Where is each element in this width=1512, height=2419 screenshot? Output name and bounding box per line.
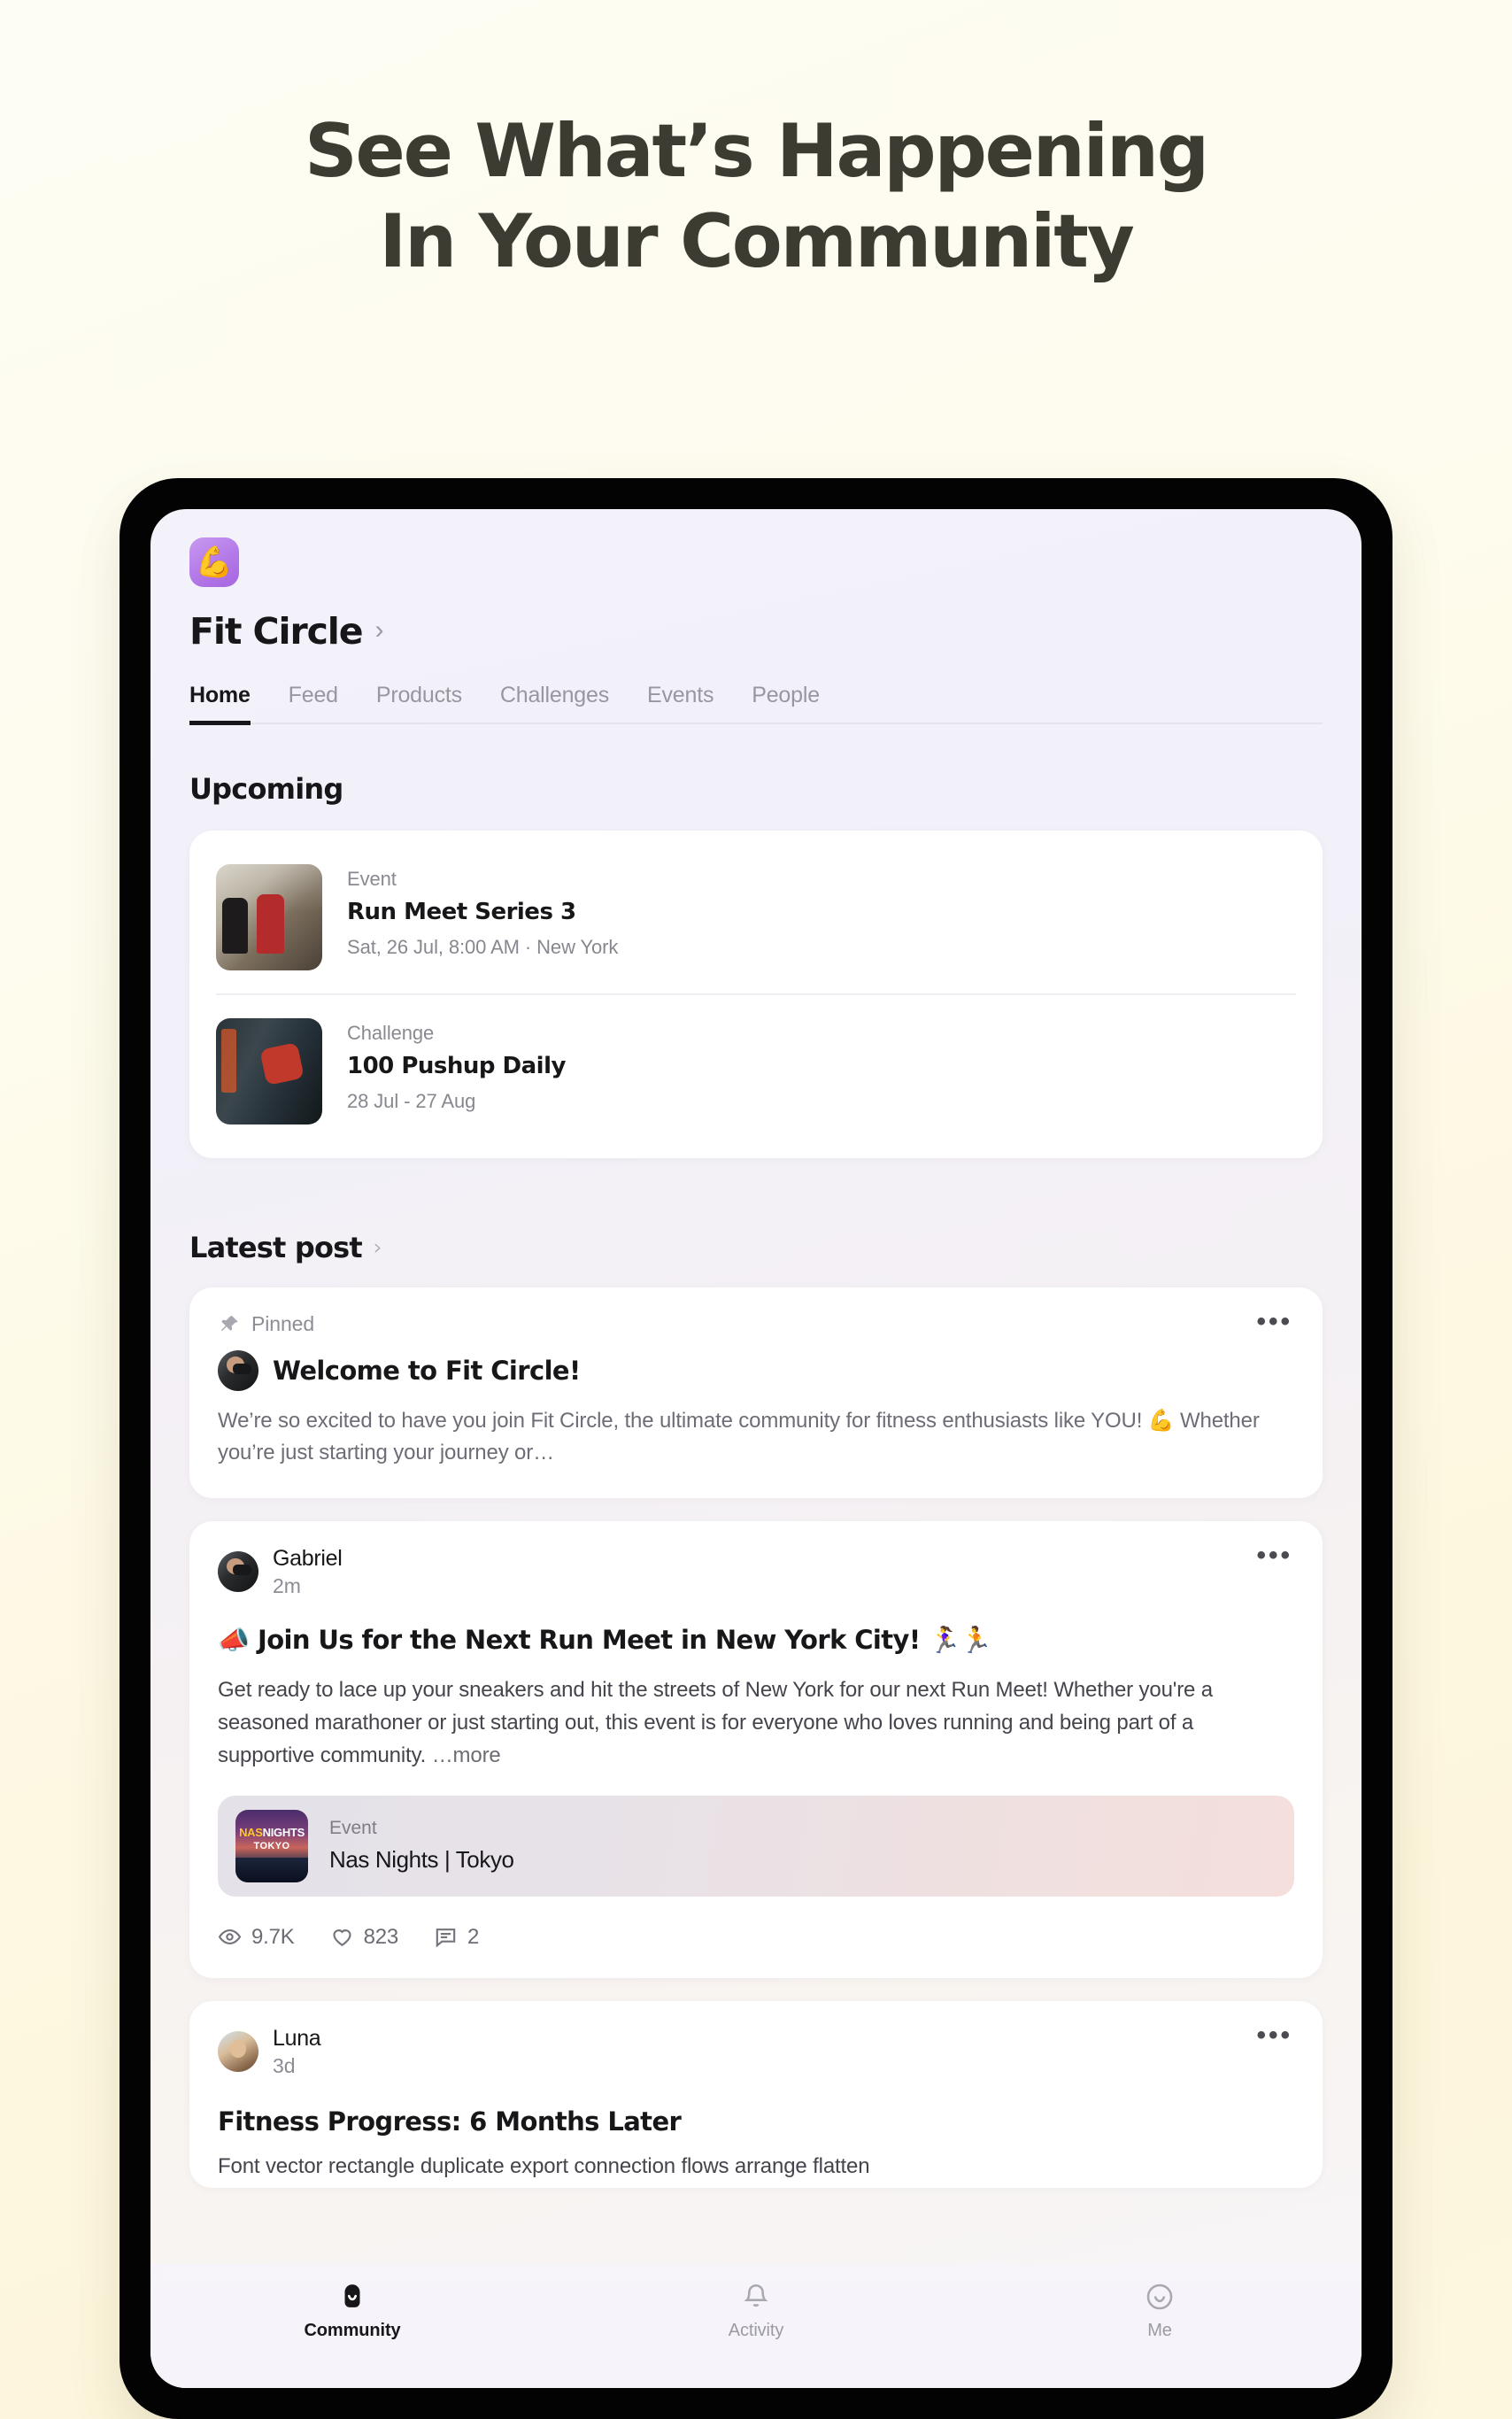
nav-label-community: Community <box>304 2321 401 2340</box>
event-thumbnail-image <box>216 864 322 970</box>
hero-headline: See What’s Happening In Your Community <box>0 0 1512 281</box>
nav-item-me[interactable]: Me <box>958 2282 1362 2341</box>
tablet-screen: 💪 Fit Circle › Home Feed Products Challe… <box>150 509 1362 2388</box>
tab-people[interactable]: People <box>752 683 820 723</box>
post-author-row: Luna 3d <box>218 2026 1294 2078</box>
headline-line-2: In Your Community <box>379 198 1134 285</box>
upcoming-item-subtitle: 28 Jul - 27 Aug <box>347 1090 476 1112</box>
smiley-icon <box>1146 2284 1173 2310</box>
nav-item-community[interactable]: Community <box>150 2282 554 2341</box>
upcoming-item-kicker: Challenge <box>347 1022 435 1044</box>
dumbbell-arm-emoji-icon: 💪 <box>195 545 234 579</box>
app-scroll-body: Upcoming Event Run Meet Series 3 Sat, 26… <box>150 772 1362 2188</box>
bottom-navigation-bar: Community Activity Me <box>150 2264 1362 2388</box>
likes-count: 823 <box>363 1924 399 1949</box>
tokyo-text: TOKYO <box>253 1840 290 1851</box>
pinned-post-title-row: Welcome to Fit Circle! <box>218 1350 1294 1391</box>
community-name: Fit Circle <box>189 610 364 653</box>
event-embed-title: Nas Nights | Tokyo <box>329 1846 514 1873</box>
heart-icon <box>333 1929 351 1946</box>
eye-icon <box>218 1929 242 1944</box>
comments-count: 2 <box>467 1924 480 1949</box>
nav-label-activity: Activity <box>728 2321 784 2340</box>
post-author-row: Gabriel 2m <box>218 1546 1294 1598</box>
app-header: 💪 Fit Circle › Home Feed Products Challe… <box>150 509 1362 725</box>
nas-text: NAS <box>239 1826 263 1840</box>
tab-home[interactable]: Home <box>189 683 251 725</box>
tab-feed[interactable]: Feed <box>289 683 338 723</box>
avatar[interactable] <box>218 2031 258 2072</box>
views-count: 9.7K <box>251 1924 295 1949</box>
views-stat[interactable]: 9.7K <box>218 1925 295 1950</box>
tab-challenges[interactable]: Challenges <box>500 683 609 723</box>
latest-post-section-title[interactable]: Latest post › <box>189 1231 1323 1264</box>
tab-events[interactable]: Events <box>647 683 714 723</box>
comment-icon <box>436 1928 456 1948</box>
post-author-name: Gabriel <box>273 1545 343 1571</box>
post-body: Font vector rectangle duplicate export c… <box>218 2153 870 2178</box>
post-card-gabriel[interactable]: ••• Gabriel 2m 📣 Join Us for the Next Ru… <box>189 1520 1323 1978</box>
comments-stat[interactable]: 2 <box>434 1925 479 1950</box>
event-embed-kicker: Event <box>329 1818 377 1838</box>
upcoming-section-title: Upcoming <box>189 772 343 806</box>
upcoming-item-kicker: Event <box>347 868 397 890</box>
pinned-post-title: Welcome to Fit Circle! <box>273 1356 581 1386</box>
community-logo[interactable]: 💪 <box>189 537 239 587</box>
post-title: Fitness Progress: 6 Months Later <box>218 2106 682 2137</box>
post-menu-button[interactable]: ••• <box>1256 1309 1292 1335</box>
post-more-link[interactable]: …more <box>432 1743 501 1767</box>
pin-icon <box>220 1315 238 1331</box>
avatar[interactable] <box>218 1350 258 1391</box>
challenge-thumbnail-image <box>216 1018 322 1124</box>
event-embed-thumbnail: NASNIGHTS TOKYO <box>235 1809 308 1882</box>
latest-post-label: Latest post <box>189 1231 363 1264</box>
chevron-right-icon: › <box>374 615 384 645</box>
community-icon <box>344 2284 360 2307</box>
pinned-badge: Pinned <box>218 1312 1294 1336</box>
upcoming-item-title: Run Meet Series 3 <box>347 899 576 925</box>
post-menu-button[interactable]: ••• <box>1256 1542 1292 1568</box>
embedded-event-card[interactable]: NASNIGHTS TOKYO Event Nas Nights | Tokyo <box>218 1795 1294 1897</box>
post-timestamp: 2m <box>273 1573 301 1597</box>
chevron-right-icon: › <box>373 1233 382 1260</box>
tab-products[interactable]: Products <box>376 683 462 723</box>
post-body: Get ready to lace up your sneakers and h… <box>218 1673 1294 1773</box>
post-title: 📣 Join Us for the Next Run Meet in New Y… <box>218 1624 992 1655</box>
nav-item-activity[interactable]: Activity <box>554 2282 958 2341</box>
upcoming-item-challenge[interactable]: Challenge 100 Pushup Daily 28 Jul - 27 A… <box>216 993 1296 1135</box>
upcoming-item-title: 100 Pushup Daily <box>347 1053 566 1079</box>
upcoming-card: Event Run Meet Series 3 Sat, 26 Jul, 8:0… <box>189 831 1323 1158</box>
post-engagement-stats: 9.7K 823 2 <box>218 1925 1294 1950</box>
pinned-label: Pinned <box>251 1312 315 1335</box>
pinned-post-body: We’re so excited to have you join Fit Ci… <box>218 1409 1260 1465</box>
tablet-device-mockup: 💪 Fit Circle › Home Feed Products Challe… <box>120 478 1392 2419</box>
tab-bar: Home Feed Products Challenges Events Peo… <box>189 683 1323 725</box>
bell-icon <box>744 2284 768 2307</box>
avatar[interactable] <box>218 1551 258 1593</box>
post-body-text: Get ready to lace up your sneakers and h… <box>218 1677 1213 1768</box>
nights-text: NIGHTS <box>262 1826 305 1840</box>
post-menu-button[interactable]: ••• <box>1256 2021 1292 2048</box>
likes-stat[interactable]: 823 <box>330 1925 398 1950</box>
headline-line-1: See What’s Happening <box>304 108 1209 194</box>
nav-label-me: Me <box>1147 2321 1172 2340</box>
post-timestamp: 3d <box>273 2053 296 2077</box>
upcoming-item-subtitle: Sat, 26 Jul, 8:00 AM · New York <box>347 936 619 958</box>
post-author-name: Luna <box>273 2025 321 2051</box>
pinned-post-card[interactable]: ••• Pinned Welcome to Fit Circle! We’re … <box>189 1287 1323 1498</box>
upcoming-item-event[interactable]: Event Run Meet Series 3 Sat, 26 Jul, 8:0… <box>216 854 1296 981</box>
community-title-row[interactable]: Fit Circle › <box>189 610 1323 653</box>
post-card-luna[interactable]: ••• Luna 3d Fitness Progress: 6 Months L… <box>189 2000 1323 2188</box>
